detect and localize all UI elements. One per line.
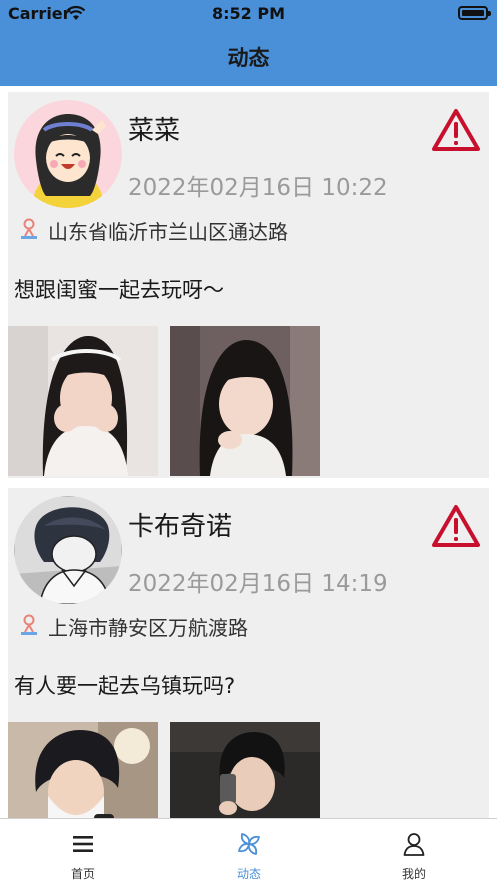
post-time: 2022年02月16日 14:19 bbox=[128, 571, 388, 597]
post-content: 想跟闺蜜一起去玩呀～ bbox=[14, 278, 224, 302]
tab-bar: 首页 动态 我的 bbox=[0, 818, 497, 883]
tab-profile[interactable]: 我的 bbox=[331, 819, 497, 884]
pinwheel-icon bbox=[238, 833, 260, 855]
post-photo[interactable] bbox=[8, 326, 158, 476]
page-title: 动态 bbox=[227, 46, 270, 70]
post-card[interactable]: 菜菜 2022年02月16日 10:22 山东省临沂市兰山区通达路 想跟闺蜜一起… bbox=[8, 92, 489, 478]
post-content: 有人要一起去乌镇玩吗? bbox=[14, 674, 236, 698]
post-card[interactable]: 卡布奇诺 2022年02月16日 14:19 上海市静安区万航渡路 有人要一起去… bbox=[8, 488, 489, 818]
feed[interactable]: 菜菜 2022年02月16日 10:22 山东省临沂市兰山区通达路 想跟闺蜜一起… bbox=[0, 86, 497, 818]
post-photo[interactable] bbox=[8, 722, 158, 818]
report-warning-icon[interactable] bbox=[432, 504, 480, 548]
tab-moments[interactable]: 动态 bbox=[166, 819, 332, 884]
battery-icon bbox=[458, 6, 491, 20]
person-icon bbox=[403, 833, 425, 856]
user-name[interactable]: 菜菜 bbox=[128, 110, 180, 147]
tab-label: 动态 bbox=[236, 867, 261, 881]
status-bar: Carrier 8:52 PM bbox=[0, 0, 497, 28]
post-photo[interactable] bbox=[170, 326, 320, 476]
post-time: 2022年02月16日 10:22 bbox=[128, 175, 388, 201]
location-pin-icon bbox=[21, 218, 37, 239]
post-photo[interactable] bbox=[170, 722, 320, 818]
location-pin-icon bbox=[21, 614, 37, 635]
tab-label: 首页 bbox=[70, 867, 95, 881]
report-warning-icon[interactable] bbox=[432, 108, 480, 152]
menu-icon bbox=[73, 836, 93, 852]
location-text: 山东省临沂市兰山区通达路 bbox=[48, 220, 288, 244]
avatar[interactable] bbox=[14, 100, 122, 208]
tab-home[interactable]: 首页 bbox=[0, 819, 166, 884]
user-name[interactable]: 卡布奇诺 bbox=[128, 506, 232, 543]
carrier-label: Carrier bbox=[8, 4, 71, 23]
tab-label: 我的 bbox=[401, 867, 426, 881]
location-text: 上海市静安区万航渡路 bbox=[48, 616, 248, 640]
avatar[interactable] bbox=[14, 496, 122, 604]
navigation-bar: 动态 bbox=[0, 28, 497, 86]
wifi-icon bbox=[66, 5, 86, 20]
